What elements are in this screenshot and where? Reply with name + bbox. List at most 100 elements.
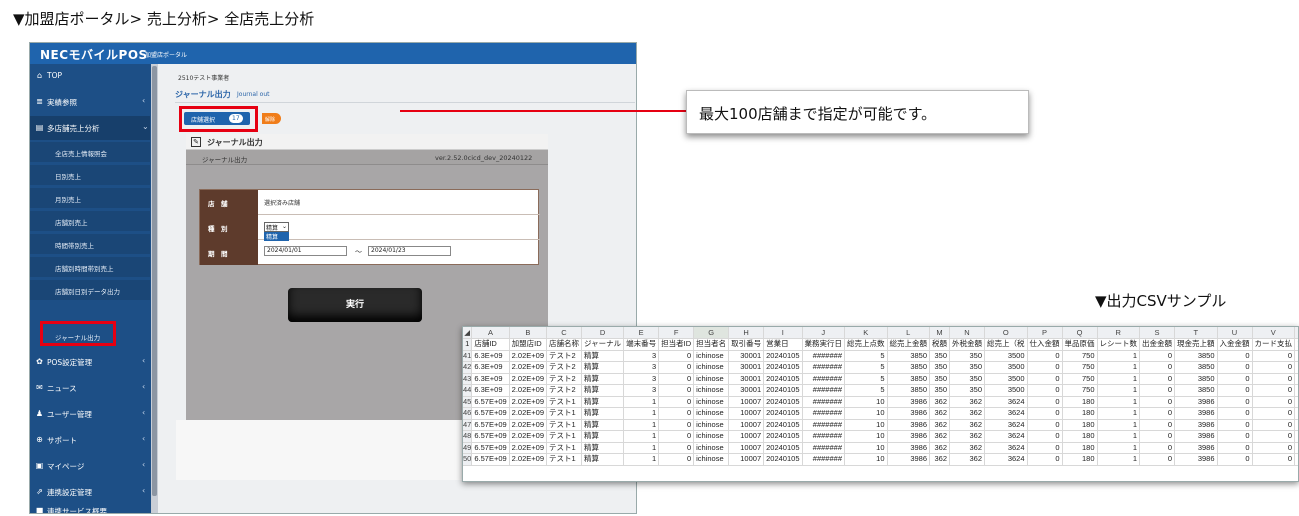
table-cell[interactable]: 0 [1217, 419, 1253, 431]
table-cell[interactable]: 0 [1252, 430, 1295, 443]
table-cell[interactable]: 2.02E+09 [509, 384, 548, 397]
table-cell[interactable] [1294, 396, 1298, 408]
table-cell[interactable]: 10 [844, 442, 888, 454]
table-cell[interactable]: 精算 [581, 442, 625, 454]
table-cell[interactable]: 0 [1027, 384, 1063, 397]
date-from-input[interactable]: 2024/01/01 [264, 246, 347, 256]
table-cell[interactable]: 精算 [581, 430, 625, 443]
table-cell[interactable]: 10007 [728, 442, 765, 454]
table-cell[interactable] [1294, 442, 1298, 454]
type-select[interactable]: 精算 ⌄ [264, 222, 289, 232]
table-cell[interactable]: 0 [1252, 350, 1295, 362]
table-cell[interactable]: 3986 [887, 419, 930, 431]
table-cell[interactable]: 20240105 [763, 373, 803, 385]
sidebar-subitem-store-daily-export[interactable]: 店舗別日別データ出力 [30, 280, 150, 300]
table-cell[interactable]: 0 [1217, 407, 1253, 420]
column-letter-A[interactable]: A [471, 327, 510, 339]
table-cell[interactable]: 1 [1097, 396, 1140, 408]
column-letter-V[interactable]: V [1252, 327, 1295, 339]
table-cell[interactable]: 20240105 [763, 396, 803, 408]
table-cell[interactable]: テスト1 [546, 453, 582, 466]
table-cell[interactable]: 1 [623, 430, 660, 443]
table-cell[interactable]: 30001 [728, 361, 765, 374]
table-cell[interactable]: 1 [623, 407, 660, 420]
table-cell[interactable]: 362 [929, 442, 950, 454]
csv-header-cell[interactable]: 外税金額 [949, 338, 985, 351]
table-cell[interactable]: テスト1 [546, 407, 582, 420]
table-cell[interactable]: 0 [1027, 453, 1063, 466]
table-cell[interactable]: 0 [1027, 396, 1063, 408]
column-letter-D[interactable]: D [581, 327, 625, 339]
csv-header-cell[interactable]: 仕入金額 [1027, 338, 1063, 351]
table-cell[interactable]: ####### [802, 442, 845, 454]
column-letter-F[interactable]: F [658, 327, 695, 339]
table-cell[interactable]: 3986 [1174, 419, 1218, 431]
table-cell[interactable]: 3850 [1174, 373, 1218, 385]
column-letter-K[interactable]: K [844, 327, 888, 339]
row-number[interactable]: 42 [463, 361, 473, 374]
table-cell[interactable]: 6.3E+09 [471, 350, 510, 362]
csv-header-cell[interactable]: 入金金額 [1217, 338, 1253, 351]
table-cell[interactable]: 0 [1217, 453, 1253, 466]
table-cell[interactable]: 1 [623, 419, 660, 431]
table-cell[interactable]: 1 [1097, 361, 1140, 374]
table-cell[interactable]: 0 [658, 453, 695, 466]
table-cell[interactable]: 0 [1217, 430, 1253, 443]
table-cell[interactable]: 750 [1062, 350, 1098, 362]
table-cell[interactable]: 10 [844, 419, 888, 431]
table-cell[interactable]: 5 [844, 384, 888, 397]
column-letter-R[interactable]: R [1097, 327, 1140, 339]
table-cell[interactable]: テスト1 [546, 430, 582, 443]
table-cell[interactable]: 0 [1027, 442, 1063, 454]
table-cell[interactable] [1294, 419, 1298, 431]
table-cell[interactable]: 0 [1027, 361, 1063, 374]
table-cell[interactable]: 3500 [984, 384, 1028, 397]
table-cell[interactable]: 3986 [1174, 430, 1218, 443]
table-cell[interactable]: 362 [929, 430, 950, 443]
table-cell[interactable]: 3624 [984, 442, 1028, 454]
table-cell[interactable]: 350 [949, 350, 985, 362]
table-cell[interactable]: 30001 [728, 373, 765, 385]
table-cell[interactable]: 3624 [984, 430, 1028, 443]
table-cell[interactable]: 1 [623, 396, 660, 408]
table-cell[interactable]: 6.3E+09 [471, 373, 510, 385]
table-cell[interactable]: 1 [1097, 430, 1140, 443]
table-cell[interactable]: 2.02E+09 [509, 361, 548, 374]
select-all-corner[interactable]: ◢ [463, 327, 473, 339]
sidebar-item-news[interactable]: ✉ ニュース ‹ [30, 376, 150, 400]
table-cell[interactable]: 3850 [1174, 361, 1218, 374]
sidebar-item-user-management[interactable]: ♟ ユーザー管理 ‹ [30, 402, 150, 426]
table-cell[interactable]: 20240105 [763, 453, 803, 466]
table-cell[interactable]: 362 [949, 407, 985, 420]
column-letter-J[interactable]: J [802, 327, 845, 339]
table-cell[interactable]: 0 [1027, 373, 1063, 385]
table-cell[interactable]: 3500 [984, 373, 1028, 385]
row-number[interactable]: 46 [463, 407, 473, 420]
table-cell[interactable]: ####### [802, 407, 845, 420]
table-cell[interactable]: 精算 [581, 407, 625, 420]
row-number[interactable]: 1 [463, 338, 473, 351]
table-cell[interactable]: 3986 [1174, 396, 1218, 408]
table-cell[interactable]: 10 [844, 430, 888, 443]
column-letter-I[interactable]: I [763, 327, 803, 339]
table-cell[interactable]: 0 [1252, 453, 1295, 466]
table-cell[interactable]: 0 [1217, 350, 1253, 362]
column-letter-P[interactable]: P [1027, 327, 1063, 339]
csv-header-cell[interactable]: 総売上点数 [844, 338, 888, 351]
table-cell[interactable]: 0 [658, 384, 695, 397]
sidebar-subitem-monthly-sales[interactable]: 月別売上 [30, 188, 150, 208]
table-cell[interactable]: 精算 [581, 384, 625, 397]
row-number[interactable]: 49 [463, 442, 473, 454]
column-letter-G[interactable]: G [693, 327, 730, 339]
table-cell[interactable]: 350 [929, 361, 950, 374]
table-cell[interactable]: 750 [1062, 373, 1098, 385]
table-cell[interactable]: 20240105 [763, 407, 803, 420]
sidebar-subitem-store-hourly-sales[interactable]: 店舗別時間帯別売上 [30, 257, 150, 277]
table-cell[interactable]: 5 [844, 350, 888, 362]
table-cell[interactable]: 0 [658, 396, 695, 408]
table-cell[interactable]: ichinose [693, 384, 730, 397]
sidebar-item-support[interactable]: ⊕ サポート ‹ [30, 428, 150, 452]
table-cell[interactable]: 3986 [887, 407, 930, 420]
csv-header-cell[interactable]: 加盟店ID [509, 338, 548, 351]
table-cell[interactable]: 180 [1062, 453, 1098, 466]
